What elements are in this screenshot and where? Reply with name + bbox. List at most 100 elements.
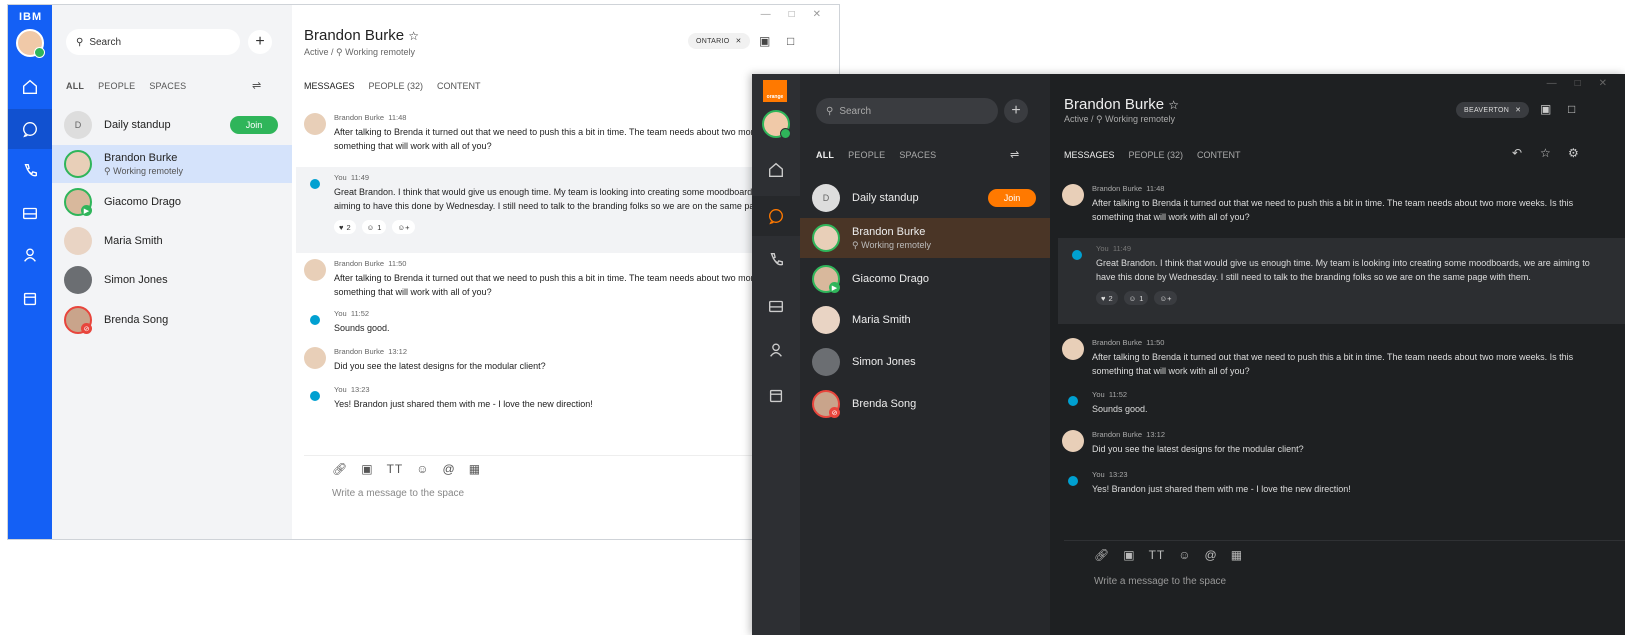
- format-icon[interactable]: T T: [387, 462, 403, 476]
- location-chip[interactable]: ONTARIO ✕: [688, 33, 750, 49]
- calendar-icon[interactable]: [752, 376, 800, 416]
- filter-settings-icon[interactable]: ⇌: [1010, 148, 1019, 161]
- filter-people[interactable]: PEOPLE: [848, 150, 885, 160]
- emoji-icon[interactable]: ☺: [1178, 548, 1190, 562]
- add-reaction-icon[interactable]: ☺+: [1154, 291, 1177, 305]
- star-icon[interactable]: ☆: [408, 29, 419, 43]
- ibm-logo: IBM: [19, 11, 43, 23]
- filter-all[interactable]: ALL: [66, 81, 84, 91]
- reply-icon[interactable]: ↶: [1512, 146, 1522, 160]
- format-icon[interactable]: T T: [1149, 548, 1165, 562]
- chat-icon[interactable]: [8, 109, 52, 149]
- chat-icon[interactable]: [752, 196, 800, 236]
- meetings-icon[interactable]: [8, 193, 52, 233]
- phone-icon[interactable]: [752, 240, 800, 280]
- contact-status: ⚲ Working remotely: [852, 239, 931, 250]
- user-avatar[interactable]: [762, 110, 791, 139]
- heart-reaction[interactable]: ♥ 2: [1096, 291, 1118, 305]
- message-text: Did you see the latest designs for the m…: [1092, 444, 1304, 454]
- location-chip[interactable]: BEAVERTON ✕: [1456, 102, 1530, 118]
- attach-icon[interactable]: 🔗︎: [332, 462, 347, 476]
- pin-icon[interactable]: ☆: [1540, 146, 1551, 160]
- search-input[interactable]: ⚲ Search: [816, 98, 998, 124]
- filter-spaces[interactable]: SPACES: [149, 81, 186, 91]
- list-item-brenda-song[interactable]: ⊘ Brenda Song: [52, 300, 292, 340]
- emoji-icon[interactable]: ☺: [416, 462, 428, 476]
- phone-icon[interactable]: [8, 151, 52, 191]
- join-button[interactable]: Join: [988, 189, 1036, 207]
- conversation-tabs: MESSAGES PEOPLE (32) CONTENT: [304, 81, 481, 91]
- share-icon[interactable]: □: [787, 34, 794, 48]
- list-item-brandon-burke[interactable]: Brandon Burke ⚲ Working remotely: [800, 218, 1050, 258]
- message-input[interactable]: Write a message to the space: [1094, 576, 1226, 587]
- location-pin-icon: ⚲: [1096, 114, 1103, 124]
- contacts-icon[interactable]: [752, 330, 800, 370]
- composer-toolbar: 🔗︎ ▣ T T ☺ @ ▦: [1094, 548, 1242, 562]
- share-icon[interactable]: □: [1568, 102, 1575, 116]
- mention-icon[interactable]: @: [443, 462, 455, 476]
- filter-people[interactable]: PEOPLE: [98, 81, 135, 91]
- home-icon[interactable]: [8, 67, 52, 107]
- list-item-maria-smith[interactable]: Maria Smith: [52, 221, 292, 261]
- window-controls[interactable]: —□✕: [1547, 78, 1625, 89]
- home-icon[interactable]: [752, 150, 800, 190]
- tab-people[interactable]: PEOPLE (32): [369, 81, 424, 91]
- list-item-daily-standup[interactable]: D Daily standup Join: [800, 178, 1050, 218]
- search-input[interactable]: ⚲ Search: [66, 29, 240, 55]
- avatar: D: [812, 184, 840, 212]
- laugh-reaction[interactable]: ☺ 1: [361, 220, 387, 234]
- whiteboard-icon[interactable]: ▣: [361, 462, 372, 476]
- tab-messages[interactable]: MESSAGES: [304, 81, 355, 91]
- contact-status: ⚲ Working remotely: [104, 165, 183, 176]
- join-button[interactable]: Join: [230, 116, 278, 134]
- filter-spaces[interactable]: SPACES: [899, 150, 936, 160]
- meetings-icon[interactable]: [752, 286, 800, 326]
- star-icon[interactable]: ☆: [1168, 98, 1179, 112]
- tab-messages[interactable]: MESSAGES: [1064, 150, 1115, 160]
- add-button[interactable]: +: [248, 30, 272, 54]
- list-item-brenda-song[interactable]: ⊘ Brenda Song: [800, 384, 1050, 424]
- avatar: [304, 385, 326, 407]
- gear-icon[interactable]: ⚙: [1568, 146, 1579, 160]
- video-icon[interactable]: ▣: [1540, 102, 1551, 116]
- location-pin-icon: ⚲: [104, 165, 111, 176]
- list-item-simon-jones[interactable]: Simon Jones: [800, 342, 1050, 382]
- message-text: Did you see the latest designs for the m…: [334, 361, 546, 371]
- tab-content[interactable]: CONTENT: [1197, 150, 1241, 160]
- list-item-simon-jones[interactable]: Simon Jones: [52, 260, 292, 300]
- video-icon[interactable]: ▣: [759, 34, 770, 48]
- list-item-maria-smith[interactable]: Maria Smith: [800, 300, 1050, 340]
- message-text: After talking to Brenda it turned out th…: [1092, 352, 1574, 376]
- filter-all[interactable]: ALL: [816, 150, 834, 160]
- message-text: Great Brandon. I think that would give u…: [1096, 258, 1590, 282]
- laugh-reaction[interactable]: ☺ 1: [1123, 291, 1149, 305]
- add-button[interactable]: +: [1004, 99, 1028, 123]
- whiteboard-icon[interactable]: ▣: [1123, 548, 1134, 562]
- attach-icon[interactable]: 🔗︎: [1094, 548, 1109, 562]
- gif-icon[interactable]: ▦: [469, 462, 480, 476]
- window-controls[interactable]: —□✕: [761, 9, 839, 20]
- calendar-icon[interactable]: [8, 279, 52, 319]
- user-avatar[interactable]: [16, 29, 45, 58]
- location-pin-icon: ⚲: [852, 239, 859, 250]
- list-item-giacomo-drago[interactable]: ▶ Giacomo Drago: [800, 259, 1050, 299]
- list-item-giacomo-drago[interactable]: ▶ Giacomo Drago: [52, 182, 292, 222]
- filter-tabs: ALL PEOPLE SPACES: [816, 150, 936, 160]
- filter-settings-icon[interactable]: ⇌: [252, 79, 261, 92]
- avatar: [1062, 430, 1084, 452]
- list-item-brandon-burke[interactable]: Brandon Burke ⚲ Working remotely: [52, 145, 292, 183]
- heart-reaction[interactable]: ♥ 2: [334, 220, 356, 234]
- tab-content[interactable]: CONTENT: [437, 81, 481, 91]
- list-item-daily-standup[interactable]: D Daily standup Join: [52, 105, 292, 145]
- avatar: [64, 266, 92, 294]
- add-reaction-icon[interactable]: ☺+: [392, 220, 415, 234]
- contact-name: Simon Jones: [104, 274, 168, 286]
- contacts-icon[interactable]: [8, 235, 52, 275]
- gif-icon[interactable]: ▦: [1231, 548, 1242, 562]
- message-input[interactable]: Write a message to the space: [332, 488, 464, 499]
- mention-icon[interactable]: @: [1205, 548, 1217, 562]
- contact-name: Giacomo Drago: [104, 196, 182, 208]
- tab-people[interactable]: PEOPLE (32): [1129, 150, 1184, 160]
- conversation-title: Brandon Burke ☆: [304, 27, 420, 44]
- contact-name: Brandon Burke: [852, 225, 926, 238]
